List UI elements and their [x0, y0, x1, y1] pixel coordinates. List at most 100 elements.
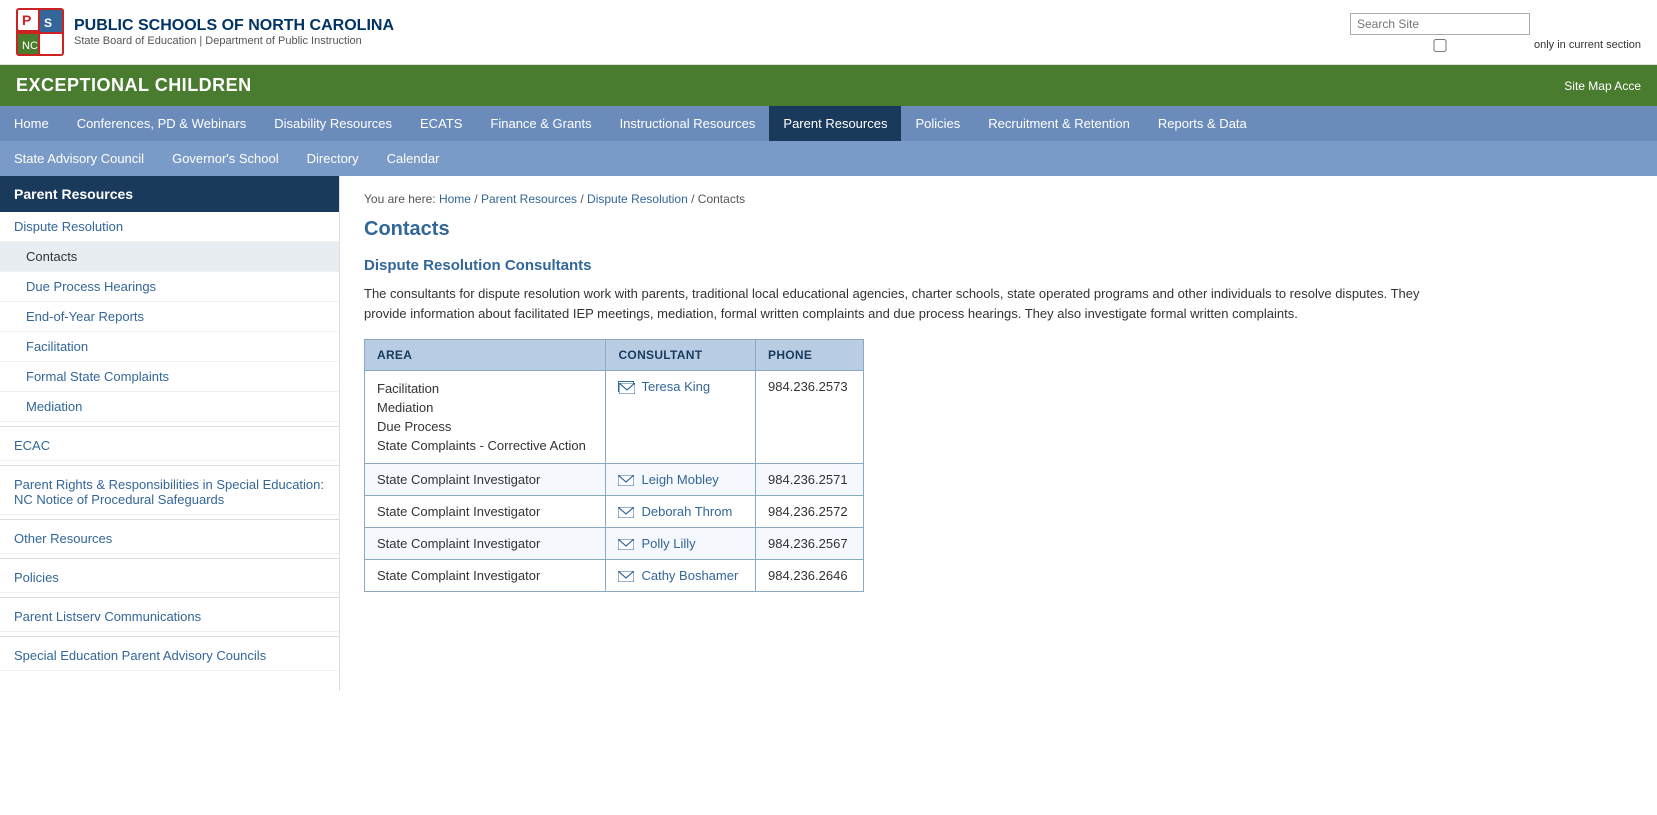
logo-area: P S NC PUBLIC SCHOOLS OF NORTH CAROLINA … [16, 8, 394, 56]
consultant-link-leigh-mobley[interactable]: Leigh Mobley [618, 472, 743, 487]
sidebar-divider-6 [0, 636, 339, 637]
area-cell-1: Facilitation Mediation Due Process State… [365, 371, 606, 464]
top-nav: Home Conferences, PD & Webinars Disabili… [0, 106, 1657, 176]
table-row: Facilitation Mediation Due Process State… [365, 371, 864, 464]
email-icon [618, 570, 634, 581]
area-facilitation: Facilitation [377, 379, 593, 398]
breadcrumb: You are here: Home / Parent Resources / … [364, 192, 1633, 206]
consultant-cell-1: Teresa King [606, 371, 756, 464]
search-section-label[interactable]: only in current section [1350, 39, 1641, 52]
search-area: only in current section [1350, 13, 1641, 52]
sidebar-item-mediation[interactable]: Mediation [0, 392, 339, 422]
area-due-process: Due Process [377, 417, 593, 436]
banner-links[interactable]: Site Map Acce [1564, 79, 1641, 93]
logo-text: PUBLIC SCHOOLS OF NORTH CAROLINA State B… [74, 17, 394, 47]
area-cell-5: State Complaint Investigator [365, 560, 606, 592]
phone-cell-4: 984.236.2567 [756, 528, 864, 560]
table-header-row: AREA CONSULTANT PHONE [365, 340, 864, 371]
email-icon [618, 506, 634, 517]
sidebar-title: Parent Resources [0, 176, 339, 212]
nav-row-2: State Advisory Council Governor's School… [0, 141, 1657, 176]
nav-ecats[interactable]: ECATS [406, 106, 476, 141]
svg-text:NC: NC [22, 40, 38, 52]
email-icon [618, 538, 634, 549]
consultant-cell-2: Leigh Mobley [606, 464, 756, 496]
sidebar-item-listserv[interactable]: Parent Listserv Communications [0, 602, 339, 632]
site-header: P S NC PUBLIC SCHOOLS OF NORTH CAROLINA … [0, 0, 1657, 65]
breadcrumb-parent-resources[interactable]: Parent Resources [481, 192, 577, 206]
nav-recruitment[interactable]: Recruitment & Retention [974, 106, 1144, 141]
area-cell-2: State Complaint Investigator [365, 464, 606, 496]
breadcrumb-current: Contacts [698, 192, 745, 206]
consultant-cell-3: Deborah Throm [606, 496, 756, 528]
phone-cell-2: 984.236.2571 [756, 464, 864, 496]
sidebar-item-policies[interactable]: Policies [0, 563, 339, 593]
section-subtitle: Dispute Resolution Consultants [364, 257, 1633, 274]
consultant-cell-4: Polly Lilly [606, 528, 756, 560]
sidebar-item-end-of-year[interactable]: End-of-Year Reports [0, 302, 339, 332]
phone-cell-5: 984.236.2646 [756, 560, 864, 592]
table-row: State Complaint Investigator Leigh Moble… [365, 464, 864, 496]
contacts-table: AREA CONSULTANT PHONE Facilitation Media… [364, 339, 864, 592]
sidebar-item-due-process[interactable]: Due Process Hearings [0, 272, 339, 302]
breadcrumb-home[interactable]: Home [439, 192, 471, 206]
nav-instructional[interactable]: Instructional Resources [606, 106, 770, 141]
consultant-link-teresa-king[interactable]: Teresa King [618, 379, 743, 394]
nav-disability-resources[interactable]: Disability Resources [260, 106, 406, 141]
sidebar-item-formal-complaints[interactable]: Formal State Complaints [0, 362, 339, 392]
page-description: The consultants for dispute resolution w… [364, 284, 1464, 323]
sidebar-item-ecac[interactable]: ECAC [0, 431, 339, 461]
nav-home[interactable]: Home [0, 106, 63, 141]
org-name: PUBLIC SCHOOLS OF NORTH CAROLINA [74, 17, 394, 35]
sidebar-divider-3 [0, 519, 339, 520]
consultant-link-deborah-throm[interactable]: Deborah Throm [618, 504, 743, 519]
sidebar-item-advisory-councils[interactable]: Special Education Parent Advisory Counci… [0, 641, 339, 671]
area-mediation: Mediation [377, 398, 593, 417]
sidebar-item-parent-rights[interactable]: Parent Rights & Responsibilities in Spec… [0, 470, 339, 515]
nav-reports[interactable]: Reports & Data [1144, 106, 1261, 141]
breadcrumb-dispute-resolution[interactable]: Dispute Resolution [587, 192, 688, 206]
sidebar-divider-2 [0, 465, 339, 466]
nav-conferences[interactable]: Conferences, PD & Webinars [63, 106, 261, 141]
section-title: EXCEPTIONAL CHILDREN [16, 75, 252, 96]
sidebar-item-facilitation[interactable]: Facilitation [0, 332, 339, 362]
consultant-link-polly-lilly[interactable]: Polly Lilly [618, 536, 743, 551]
phone-cell-1: 984.236.2573 [756, 371, 864, 464]
phone-cell-3: 984.236.2572 [756, 496, 864, 528]
email-icon [618, 381, 634, 392]
table-row: State Complaint Investigator Deborah Thr… [365, 496, 864, 528]
col-phone: PHONE [756, 340, 864, 371]
table-row: State Complaint Investigator Polly Lilly… [365, 528, 864, 560]
col-area: AREA [365, 340, 606, 371]
email-icon [618, 474, 634, 485]
content-wrapper: Parent Resources Dispute Resolution Cont… [0, 176, 1657, 691]
table-row: State Complaint Investigator Cathy Bosha… [365, 560, 864, 592]
svg-text:P: P [22, 12, 31, 28]
sidebar: Parent Resources Dispute Resolution Cont… [0, 176, 340, 691]
sidebar-divider-4 [0, 558, 339, 559]
sidebar-divider-1 [0, 426, 339, 427]
area-cell-3: State Complaint Investigator [365, 496, 606, 528]
nav-finance[interactable]: Finance & Grants [476, 106, 605, 141]
sidebar-item-dispute-resolution[interactable]: Dispute Resolution [0, 212, 339, 242]
section-banner: EXCEPTIONAL CHILDREN Site Map Acce [0, 65, 1657, 106]
sidebar-item-contacts[interactable]: Contacts [0, 242, 339, 272]
nav-parent-resources[interactable]: Parent Resources [769, 106, 901, 141]
col-consultant: CONSULTANT [606, 340, 756, 371]
nav-state-advisory[interactable]: State Advisory Council [0, 141, 158, 176]
nav-policies[interactable]: Policies [901, 106, 974, 141]
nav-row-1: Home Conferences, PD & Webinars Disabili… [0, 106, 1657, 141]
svg-text:S: S [44, 16, 52, 30]
consultant-cell-5: Cathy Boshamer [606, 560, 756, 592]
area-cell-4: State Complaint Investigator [365, 528, 606, 560]
nav-governors-school[interactable]: Governor's School [158, 141, 293, 176]
consultant-link-cathy-boshamer[interactable]: Cathy Boshamer [618, 568, 743, 583]
org-sub: State Board of Education | Department of… [74, 35, 394, 47]
area-corrective-action: State Complaints - Corrective Action [377, 436, 593, 455]
search-input[interactable] [1350, 13, 1530, 35]
sidebar-item-other-resources[interactable]: Other Resources [0, 524, 339, 554]
nav-directory[interactable]: Directory [293, 141, 373, 176]
nav-calendar[interactable]: Calendar [373, 141, 454, 176]
search-section-checkbox[interactable] [1350, 39, 1530, 52]
sidebar-divider-5 [0, 597, 339, 598]
